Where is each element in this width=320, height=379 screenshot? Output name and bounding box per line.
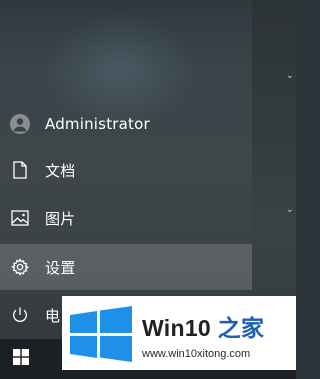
pictures-label: 图片 — [45, 209, 76, 228]
user-account-label: Administrator — [45, 115, 150, 133]
expand-chevron-icon[interactable]: ⌄ — [286, 206, 294, 215]
power-icon — [10, 305, 30, 325]
power-label: 电 — [45, 306, 61, 325]
watermark-badge: Win10 之家 www.win10xitong.com — [62, 296, 296, 370]
picture-icon — [10, 208, 30, 228]
documents-label: 文档 — [45, 161, 76, 180]
watermark-title-accent: 之家 — [217, 315, 265, 341]
user-account-item[interactable]: Administrator — [0, 101, 252, 147]
documents-item[interactable]: 文档 — [0, 147, 252, 193]
gear-icon — [10, 257, 30, 277]
expand-chevron-icon[interactable]: ⌄ — [286, 72, 294, 81]
windows-logo-icon — [13, 349, 29, 369]
windows-logo-icon — [68, 306, 134, 366]
watermark-title: Win10 之家 — [142, 309, 264, 343]
settings-item[interactable]: 设置 — [0, 244, 252, 290]
start-button[interactable] — [0, 339, 42, 379]
settings-label: 设置 — [45, 258, 76, 277]
document-icon — [10, 160, 30, 180]
watermark-url: www.win10xitong.com — [142, 348, 251, 360]
pictures-item[interactable]: 图片 — [0, 195, 252, 241]
watermark-title-main: Win10 — [142, 315, 218, 341]
user-avatar-icon — [10, 114, 30, 134]
